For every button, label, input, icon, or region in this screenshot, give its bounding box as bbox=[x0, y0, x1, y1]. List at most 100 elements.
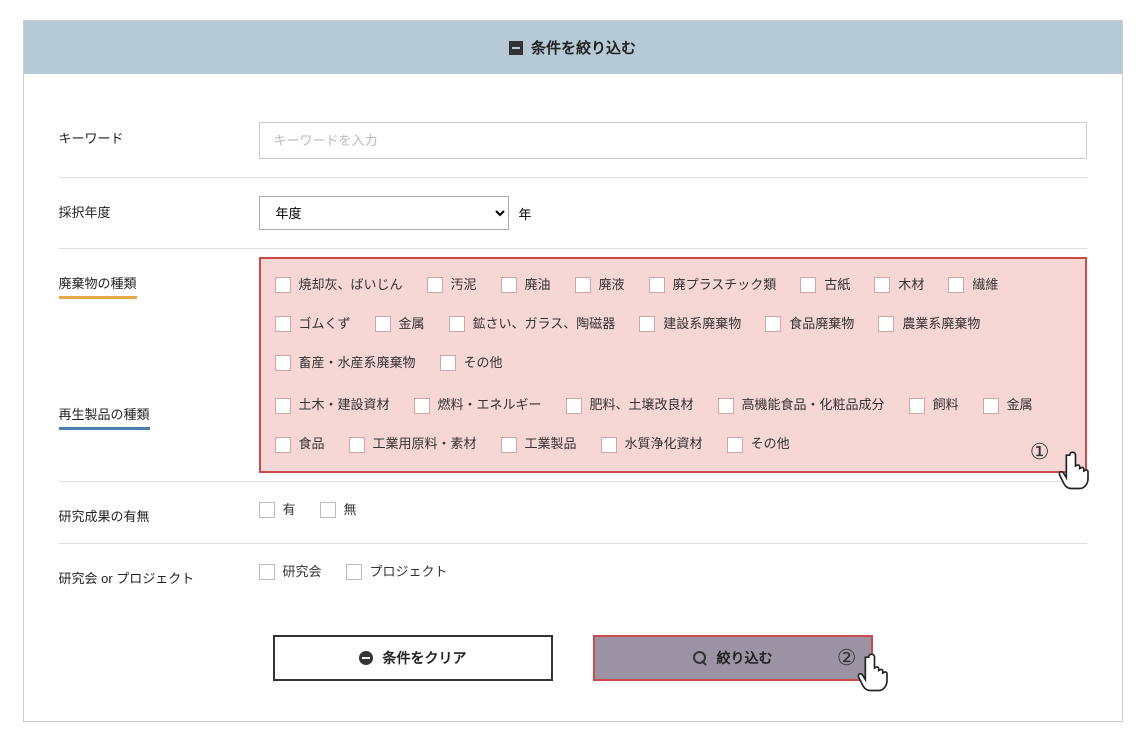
recycled-item[interactable]: 飼料 bbox=[909, 395, 959, 416]
outcome-item-label: 有 bbox=[283, 500, 296, 521]
waste-item-label: 建設系廃棄物 bbox=[663, 314, 741, 335]
checkbox-icon[interactable] bbox=[948, 277, 964, 293]
waste-item[interactable]: 廃液 bbox=[575, 275, 625, 296]
outcome-checkbox-group: 有無 bbox=[259, 500, 1087, 521]
checkbox-icon[interactable] bbox=[275, 437, 291, 453]
row-keyword: キーワード bbox=[59, 104, 1087, 178]
waste-item[interactable]: 廃プラスチック類 bbox=[649, 275, 777, 296]
annotation-marker-1: ① bbox=[1030, 439, 1050, 465]
waste-label: 廃棄物の種類 bbox=[59, 273, 137, 299]
checkbox-icon[interactable] bbox=[566, 398, 582, 414]
checkbox-icon[interactable] bbox=[375, 316, 391, 332]
project-checkbox-group: 研究会 プロジェクト bbox=[259, 562, 1087, 583]
waste-item[interactable]: 鉱さい、ガラス、陶磁器 bbox=[449, 314, 616, 335]
checkbox-icon[interactable] bbox=[601, 437, 617, 453]
outcome-item[interactable]: 無 bbox=[320, 500, 357, 521]
filter-panel: 条件を絞り込む キーワード 採択年度 年度 年 bbox=[23, 20, 1123, 722]
project-item[interactable]: プロジェクト bbox=[346, 562, 448, 583]
clear-button[interactable]: 条件をクリア bbox=[273, 635, 553, 681]
checkbox-icon[interactable] bbox=[765, 316, 781, 332]
checkbox-icon[interactable] bbox=[275, 398, 291, 414]
checkbox-icon[interactable] bbox=[501, 437, 517, 453]
checkbox-icon[interactable] bbox=[800, 277, 816, 293]
waste-item-label: 鉱さい、ガラス、陶磁器 bbox=[473, 314, 616, 335]
waste-item-label: 汚泥 bbox=[451, 275, 477, 296]
pointer-hand-icon bbox=[1056, 451, 1090, 491]
waste-item[interactable]: 木材 bbox=[874, 275, 924, 296]
checkbox-icon[interactable] bbox=[649, 277, 665, 293]
recycled-item[interactable]: 工業用原料・素材 bbox=[349, 434, 477, 455]
outcome-label: 研究成果の有無 bbox=[59, 500, 259, 525]
row-outcome: 研究成果の有無 有無 bbox=[59, 482, 1087, 544]
waste-item[interactable]: 食品廃棄物 bbox=[765, 314, 854, 335]
checkbox-icon[interactable] bbox=[639, 316, 655, 332]
clear-button-label: 条件をクリア bbox=[383, 648, 467, 668]
checkbox-icon[interactable] bbox=[427, 277, 443, 293]
collapse-icon bbox=[509, 41, 523, 55]
checkbox-icon[interactable] bbox=[727, 437, 743, 453]
waste-item-label: 畜産・水産系廃棄物 bbox=[299, 353, 416, 374]
outcome-item-label: 無 bbox=[344, 500, 357, 521]
checkbox-icon[interactable] bbox=[259, 564, 275, 580]
submit-button[interactable]: 絞り込む ② bbox=[593, 635, 873, 681]
recycled-label: 再生製品の種類 bbox=[59, 404, 150, 430]
waste-item[interactable]: 廃油 bbox=[501, 275, 551, 296]
checkbox-icon[interactable] bbox=[874, 277, 890, 293]
waste-item[interactable]: 繊維 bbox=[948, 275, 998, 296]
recycled-item[interactable]: 高機能食品・化粧品成分 bbox=[718, 395, 885, 416]
year-suffix: 年 bbox=[519, 204, 532, 223]
recycled-item[interactable]: 食品 bbox=[275, 434, 325, 455]
recycled-item[interactable]: 金属 bbox=[983, 395, 1033, 416]
highlight-box: 焼却灰、ばいじん汚泥廃油廃液廃プラスチック類古紙木材繊維ゴムくず金属鉱さい、ガラ… bbox=[259, 257, 1087, 473]
keyword-input[interactable] bbox=[259, 122, 1087, 159]
panel-body: キーワード 採択年度 年度 年 廃棄物の種類 再生製品の種類 bbox=[24, 74, 1122, 721]
project-label: 研究会 or プロジェクト bbox=[59, 562, 259, 587]
recycled-item-label: 土木・建設資材 bbox=[299, 395, 390, 416]
waste-item-label: 廃プラスチック類 bbox=[673, 275, 777, 296]
recycled-item-label: 高機能食品・化粧品成分 bbox=[742, 395, 885, 416]
waste-item-label: 廃液 bbox=[599, 275, 625, 296]
project-item[interactable]: 研究会 bbox=[259, 562, 322, 583]
recycled-item[interactable]: 工業製品 bbox=[501, 434, 577, 455]
waste-item[interactable]: 建設系廃棄物 bbox=[639, 314, 741, 335]
checkbox-icon[interactable] bbox=[320, 502, 336, 518]
recycled-item[interactable]: 燃料・エネルギー bbox=[414, 395, 542, 416]
waste-item[interactable]: 汚泥 bbox=[427, 275, 477, 296]
waste-item[interactable]: ゴムくず bbox=[275, 314, 351, 335]
recycled-item[interactable]: 土木・建設資材 bbox=[275, 395, 390, 416]
recycled-item[interactable]: その他 bbox=[727, 434, 790, 455]
checkbox-icon[interactable] bbox=[349, 437, 365, 453]
waste-item[interactable]: 畜産・水産系廃棄物 bbox=[275, 353, 416, 374]
checkbox-icon[interactable] bbox=[983, 398, 999, 414]
row-year: 採択年度 年度 年 bbox=[59, 178, 1087, 249]
row-project: 研究会 or プロジェクト 研究会 プロジェクト bbox=[59, 544, 1087, 605]
waste-checkbox-group: 焼却灰、ばいじん 汚泥 廃油 廃液 廃プラスチック類 古紙 木材 繊維ゴムくず 金属 鉱さい、ガラ… bbox=[275, 275, 1071, 373]
waste-item[interactable]: 焼却灰、ばいじん bbox=[275, 275, 403, 296]
checkbox-icon[interactable] bbox=[575, 277, 591, 293]
waste-item-label: 古紙 bbox=[824, 275, 850, 296]
checkbox-icon[interactable] bbox=[501, 277, 517, 293]
checkbox-icon[interactable] bbox=[259, 502, 275, 518]
checkbox-icon[interactable] bbox=[275, 355, 291, 371]
checkbox-icon[interactable] bbox=[440, 355, 456, 371]
recycled-item[interactable]: 肥料、土壌改良材 bbox=[566, 395, 694, 416]
checkbox-icon[interactable] bbox=[449, 316, 465, 332]
waste-item[interactable]: その他 bbox=[440, 353, 503, 374]
year-select[interactable]: 年度 bbox=[259, 196, 509, 230]
checkbox-icon[interactable] bbox=[414, 398, 430, 414]
outcome-item[interactable]: 有 bbox=[259, 500, 296, 521]
checkbox-icon[interactable] bbox=[909, 398, 925, 414]
waste-item[interactable]: 金属 bbox=[375, 314, 425, 335]
row-highlighted-group: 廃棄物の種類 再生製品の種類 焼却灰、ばいじん 汚泥 廃油 廃液 廃プラスチック類 古紙 木… bbox=[59, 249, 1087, 482]
waste-item[interactable]: 古紙 bbox=[800, 275, 850, 296]
checkbox-icon[interactable] bbox=[878, 316, 894, 332]
checkbox-icon[interactable] bbox=[275, 277, 291, 293]
panel-title: 条件を絞り込む bbox=[531, 37, 636, 58]
recycled-item[interactable]: 水質浄化資材 bbox=[601, 434, 703, 455]
checkbox-icon[interactable] bbox=[718, 398, 734, 414]
recycled-checkbox-group: 土木・建設資材 燃料・エネルギー 肥料、土壌改良材 高機能食品・化粧品成分 飼料 金属食品… bbox=[275, 395, 1071, 455]
waste-item[interactable]: 農業系廃棄物 bbox=[878, 314, 980, 335]
checkbox-icon[interactable] bbox=[275, 316, 291, 332]
submit-button-label: 絞り込む bbox=[717, 648, 773, 668]
checkbox-icon[interactable] bbox=[346, 564, 362, 580]
